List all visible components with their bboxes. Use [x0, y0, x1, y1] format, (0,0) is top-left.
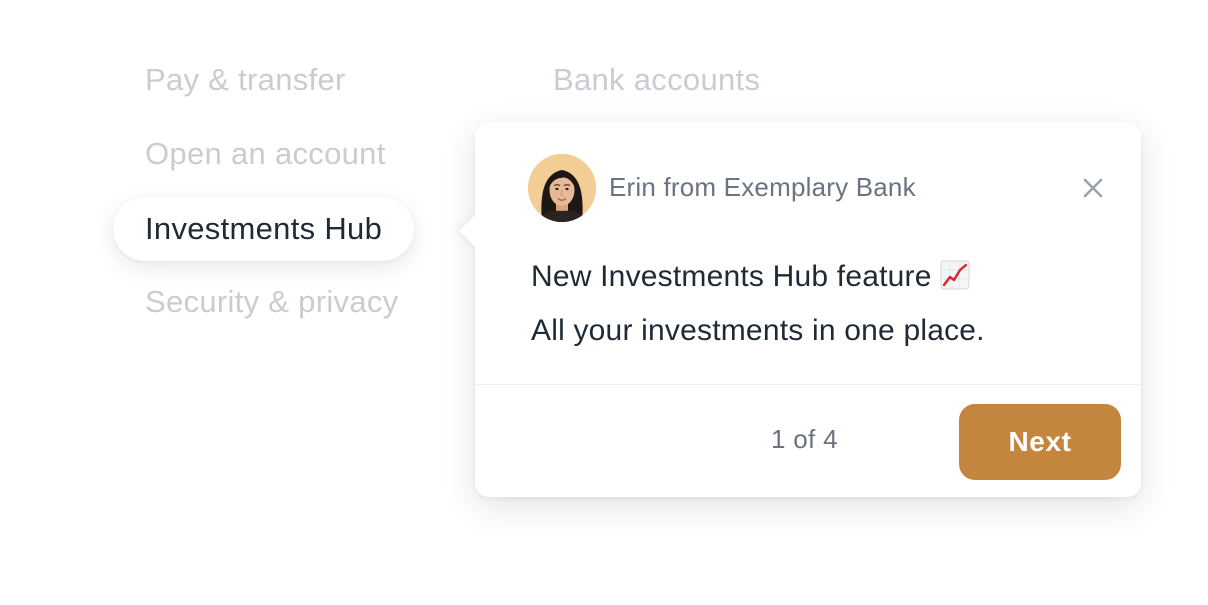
stage: Pay & transfer Open an account Investmen… — [0, 0, 1208, 605]
tooltip-message: New Investments Hub feature All your inv… — [531, 252, 985, 356]
nav-item-security-privacy[interactable]: Security & privacy — [145, 284, 398, 320]
nav-item-pay-transfer[interactable]: Pay & transfer — [145, 62, 346, 98]
onboarding-tooltip: Erin from Exemplary Bank New Investments… — [459, 122, 1141, 497]
close-icon[interactable] — [1080, 175, 1106, 201]
step-counter: 1 of 4 — [771, 424, 838, 454]
nav-item-investments-hub[interactable]: Investments Hub — [113, 197, 415, 261]
avatar-photo-icon — [528, 154, 596, 222]
tooltip-body: Erin from Exemplary Bank New Investments… — [475, 122, 1141, 497]
message-headline: New Investments Hub feature — [531, 260, 932, 293]
next-button[interactable]: Next — [959, 404, 1121, 480]
avatar — [528, 154, 596, 222]
nav-item-bank-accounts[interactable]: Bank accounts — [553, 62, 760, 98]
message-line-1: New Investments Hub feature — [531, 252, 985, 306]
close-button[interactable] — [1080, 175, 1106, 201]
sender-name: Erin from Exemplary Bank — [609, 172, 916, 202]
chart-increasing-icon — [940, 256, 970, 306]
divider — [475, 384, 1141, 385]
message-line-2: All your investments in one place. — [531, 314, 985, 347]
nav-item-open-account[interactable]: Open an account — [145, 136, 386, 172]
